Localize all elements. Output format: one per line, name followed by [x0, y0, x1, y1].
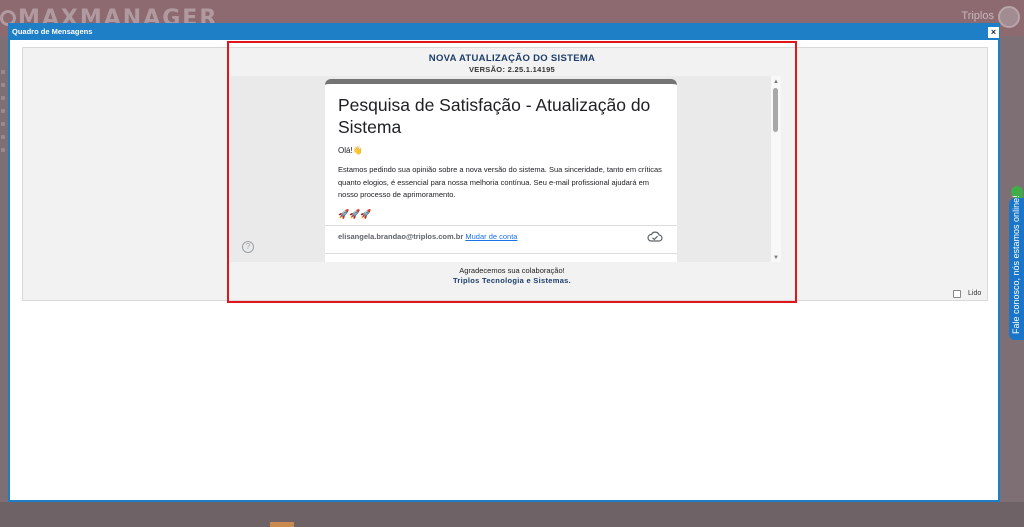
sidebar-dot: [1, 83, 5, 87]
close-button[interactable]: ×: [988, 27, 999, 38]
form-card: Pesquisa de Satisfação - Atualização do …: [325, 79, 677, 262]
sidebar-dot: [1, 96, 5, 100]
message-title: NOVA ATUALIZAÇÃO DO SISTEMA: [428, 53, 596, 64]
form-description: Estamos pedindo sua opinião sobre a nova…: [338, 165, 662, 199]
sidebar-dot: [1, 122, 5, 126]
message-board-modal: Quadro de Mensagens × Lido NOVA ATUALIZA…: [8, 23, 1000, 502]
footer-accent: [270, 522, 294, 527]
message-version: VERSÃO: 2.25.1.14195: [468, 65, 556, 74]
sidebar-icons: [0, 70, 8, 190]
scroll-thumb[interactable]: [773, 88, 778, 132]
app-footer: [0, 502, 1024, 527]
scrollbar[interactable]: ▲ ▼: [771, 76, 781, 262]
account-email-text: elisangela.brandao@triplos.com.br: [338, 232, 464, 241]
help-icon[interactable]: ?: [242, 241, 254, 253]
scroll-down-icon[interactable]: ▼: [771, 254, 781, 262]
cloud-saved-icon: [647, 231, 663, 242]
sidebar-dot: [1, 109, 5, 113]
feedback-tab-label: Fale conosco, nós estamos online!: [1011, 195, 1021, 334]
avatar: [998, 6, 1020, 28]
feedback-tab[interactable]: Fale conosco, nós estamos online!: [1009, 195, 1024, 340]
read-checkbox[interactable]: [953, 290, 961, 298]
company-name: Triplos Tecnologia e Sistemas.: [452, 276, 572, 285]
scroll-up-icon[interactable]: ▲: [771, 78, 781, 86]
account-email: elisangela.brandao@triplos.com.br Mudar …: [338, 232, 517, 241]
thanks-text: Agradecemos sua colaboração!: [459, 266, 565, 275]
user-name: Triplos: [961, 10, 994, 22]
divider: [325, 253, 677, 254]
modal-titlebar[interactable]: Quadro de Mensagens ×: [10, 25, 999, 40]
form-greeting: Olá!👋: [338, 146, 363, 155]
sidebar-dot: [1, 70, 5, 74]
rocket-icons: 🚀🚀🚀: [338, 209, 372, 219]
message-content: NOVA ATUALIZAÇÃO DO SISTEMA VERSÃO: 2.25…: [227, 41, 797, 303]
modal-title: Quadro de Mensagens: [12, 27, 93, 36]
form-heading: Pesquisa de Satisfação - Atualização do …: [338, 95, 651, 137]
sidebar-dot: [1, 135, 5, 139]
read-checkbox-label[interactable]: Lido: [968, 290, 981, 297]
embedded-form-frame[interactable]: Pesquisa de Satisfação - Atualização do …: [230, 76, 781, 262]
sidebar-dot: [1, 148, 5, 152]
switch-account-link[interactable]: Mudar de conta: [465, 232, 517, 241]
divider: [325, 225, 677, 226]
